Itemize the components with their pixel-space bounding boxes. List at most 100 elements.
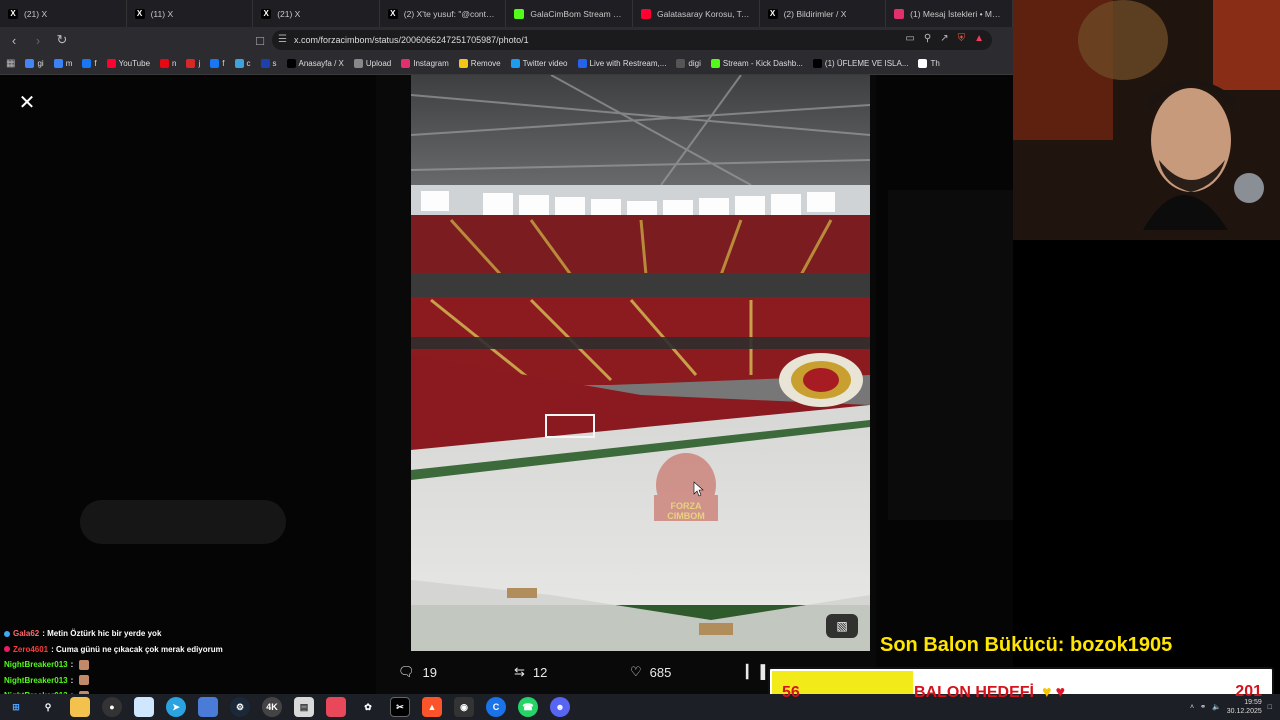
bookmark-label: Th xyxy=(930,59,940,68)
chat-username[interactable]: NightBreaker013 xyxy=(4,660,68,669)
bookmark-favicon-icon xyxy=(577,59,587,68)
chat-message: NightBreaker013: xyxy=(0,673,300,689)
browser-tab[interactable]: X (21) X xyxy=(0,0,127,27)
bookmark-item[interactable]: Upload xyxy=(353,59,391,68)
recorder-icon[interactable] xyxy=(326,697,346,717)
browser-tab[interactable]: Galatasaray Korosu, Tarık İ xyxy=(633,0,760,27)
bookmark-favicon-icon xyxy=(186,59,196,68)
cloud-app-icon[interactable] xyxy=(134,697,154,717)
bookmark-label: Instagram xyxy=(413,59,449,68)
bookmark-favicon-icon xyxy=(510,59,520,68)
browser-tab[interactable]: X (21) X xyxy=(253,0,380,27)
file-explorer-icon[interactable] xyxy=(70,697,90,717)
steam-icon[interactable]: ⚙ xyxy=(230,697,250,717)
chrome-icon[interactable]: C xyxy=(486,697,506,717)
windows-taskbar: ⊞ ⚲ ● ➤ ⚙ 4K ▤ ✿ ✂ ▲ ◉ C ☎ ☻ ˄ ⚭ 🔈 19:59… xyxy=(0,694,1280,720)
bookmark-favicon-icon xyxy=(401,59,411,68)
bookmark-favicon-icon xyxy=(25,59,35,68)
bookmark-item[interactable]: Anasayfa / X xyxy=(286,59,344,68)
tab-title: (2) X'te yusuf: "@contextal xyxy=(403,8,498,19)
browser-tab-bar: X (21) X X (11) X X (21) X X (2) X'te yusuf: "@… xyxy=(0,0,1013,27)
bookmark-item[interactable]: (1) ÜFLEME VE ISLA... xyxy=(812,59,908,68)
bookmark-favicon-icon xyxy=(812,59,822,68)
cast-icon[interactable]: ▭ xyxy=(905,33,914,44)
bookmark-label: f xyxy=(222,59,225,68)
chat-username[interactable]: Zero4601 xyxy=(13,645,48,654)
tray-chevron-icon[interactable]: ˄ xyxy=(1190,704,1194,711)
bookmarks-bar: ▦ gi m f YouTube n j f c s Anasayfa / X Upload Inst… xyxy=(0,53,1013,75)
svg-text:CIMBOM: CIMBOM xyxy=(667,511,705,521)
browser-tab[interactable]: X (11) X xyxy=(127,0,254,27)
chat-badge-icon xyxy=(4,630,10,637)
browser-tab[interactable]: GalaCimBom Stream - Wa xyxy=(506,0,633,27)
telegram-icon[interactable]: ➤ xyxy=(166,697,186,717)
bookmark-item[interactable]: c xyxy=(234,59,251,68)
back-button[interactable]: ‹ xyxy=(4,30,24,50)
bookmark-item[interactable]: Th xyxy=(918,59,940,68)
obs-icon[interactable]: ● xyxy=(102,697,122,717)
post-photo[interactable]: FORZA CIMBOM xyxy=(411,75,870,651)
forward-button[interactable]: › xyxy=(28,30,48,50)
bookmark-item[interactable]: m xyxy=(53,59,72,68)
bookmark-item[interactable]: Live with Restream,... xyxy=(577,59,666,68)
capcut-icon[interactable]: ✂ xyxy=(390,697,410,717)
bookmark-label: Twitter video xyxy=(522,59,568,68)
browser-tab[interactable]: X (2) Bildirimler / X xyxy=(760,0,887,27)
chat-emote-icon xyxy=(79,659,90,670)
camera-app-icon[interactable]: ◉ xyxy=(454,697,474,717)
chat-emote-icon xyxy=(79,675,90,686)
close-viewer-button[interactable]: ✕ xyxy=(17,93,37,113)
brave-shield-icon[interactable]: ⛨ xyxy=(958,33,966,44)
bookmark-item[interactable]: Instagram xyxy=(401,59,449,68)
bookmark-favicon-icon xyxy=(260,59,270,68)
bookmark-label: j xyxy=(198,59,201,68)
rewards-icon[interactable]: ▲ xyxy=(974,33,984,44)
bookmark-item[interactable]: j xyxy=(186,59,200,68)
browser-tab[interactable]: X (2) X'te yusuf: "@contextal xyxy=(380,0,507,27)
chat-username[interactable]: NightBreaker013 xyxy=(4,676,68,685)
tab-title: Galatasaray Korosu, Tarık İ xyxy=(656,8,751,19)
address-bar[interactable]: ☰ x.com/forzacimbom/status/2006066247251… xyxy=(272,30,992,50)
image-description-button[interactable]: ▧ xyxy=(826,614,858,638)
site-settings-icon[interactable]: ☰ xyxy=(278,34,287,45)
notification-icon[interactable]: □ xyxy=(1268,704,1272,711)
4k-app-icon[interactable]: 4K xyxy=(262,697,282,717)
repost-button[interactable]: ⇆ 12 xyxy=(514,664,630,680)
tab-title: (11) X xyxy=(150,8,174,19)
chat-text: : Metin Öztürk hic bir yerde yok xyxy=(42,629,162,639)
windows-start-icon[interactable]: ⊞ xyxy=(6,697,26,717)
browser-tab[interactable]: (1) Mesaj İstekleri • Mesaj xyxy=(886,0,1013,27)
bookmark-item[interactable]: Remove xyxy=(458,59,501,68)
chat-username[interactable]: Gala62 xyxy=(13,629,39,638)
like-button[interactable]: ♡ 685 xyxy=(630,664,746,680)
apps-grid-icon[interactable]: ▦ xyxy=(6,58,15,69)
bookmark-item[interactable]: f xyxy=(210,59,225,68)
bookmark-item[interactable]: digi xyxy=(676,59,701,68)
reload-button[interactable]: ↻ xyxy=(52,30,72,50)
zoom-icon[interactable]: ⚲ xyxy=(924,33,931,44)
notepad-icon[interactable] xyxy=(198,697,218,717)
streamer-image xyxy=(1013,0,1280,240)
bookmark-label: f xyxy=(94,59,97,68)
bookmark-item[interactable]: YouTube xyxy=(106,59,150,68)
bookmark-item[interactable]: gi xyxy=(25,59,44,68)
url-text: x.com/forzacimbom/status/200606624725170… xyxy=(294,35,529,45)
bookmark-item[interactable]: f xyxy=(82,59,97,68)
chatgpt-icon[interactable]: ✿ xyxy=(358,697,378,717)
calendar-icon[interactable]: ▤ xyxy=(294,697,314,717)
bookmark-item[interactable]: Stream - Kick Dashb... xyxy=(710,59,803,68)
discord-icon[interactable]: ☻ xyxy=(550,697,570,717)
search-icon[interactable]: ⚲ xyxy=(38,697,58,717)
reply-button[interactable]: 🗨 19 xyxy=(398,664,514,680)
brave-browser-icon[interactable]: ▲ xyxy=(422,697,442,717)
tray-volume-icon[interactable]: 🔈 xyxy=(1212,703,1221,711)
share-icon[interactable]: ↗ xyxy=(940,33,948,44)
post-actions: 🗨 19 ⇆ 12 ♡ 685 ▎▐ xyxy=(380,654,780,690)
bookmark-icon[interactable]: □ xyxy=(250,30,270,50)
tray-network-icon[interactable]: ⚭ xyxy=(1200,703,1206,711)
bookmark-item[interactable]: s xyxy=(260,59,277,68)
bookmark-item[interactable]: Twitter video xyxy=(510,59,568,68)
bookmark-item[interactable]: n xyxy=(160,59,176,68)
whatsapp-icon[interactable]: ☎ xyxy=(518,697,538,717)
bookmark-favicon-icon xyxy=(710,59,720,68)
